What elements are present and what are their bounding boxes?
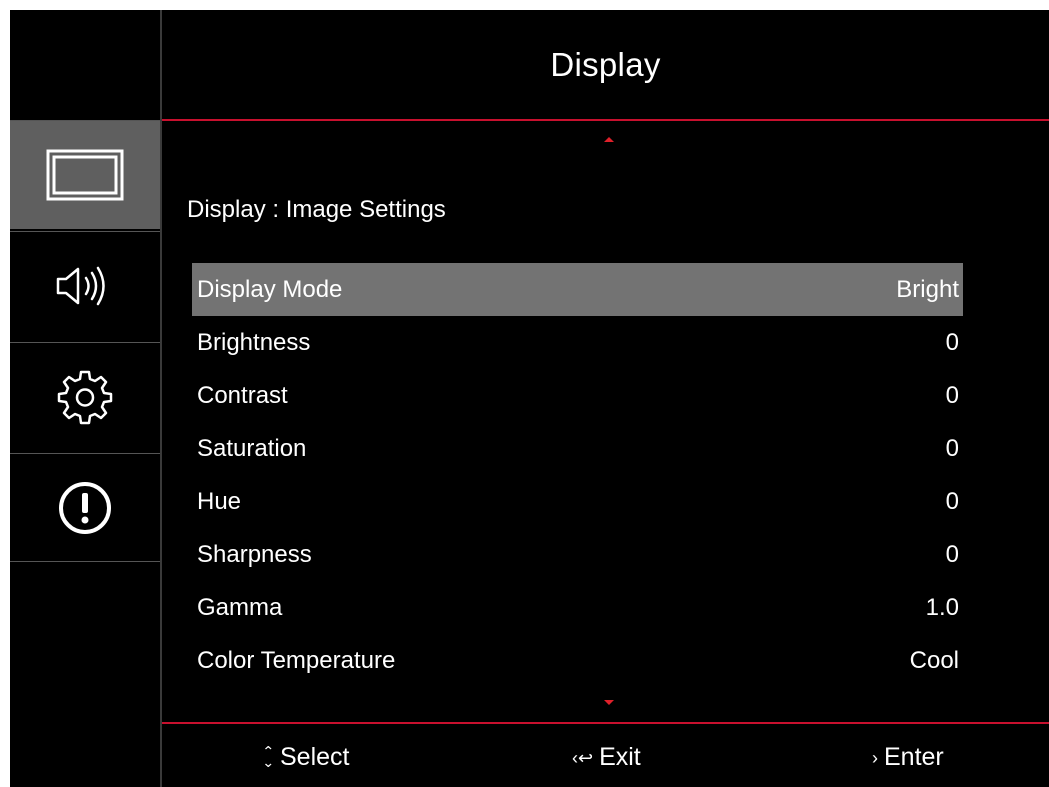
- page-title: Display: [550, 46, 661, 83]
- up-down-icon: ⌃⌄: [262, 744, 275, 771]
- footer-divider: [162, 722, 1049, 724]
- menu-item-contrast[interactable]: Contrast 0: [192, 369, 963, 422]
- sidebar-item-display[interactable]: [10, 120, 160, 229]
- menu-item-label: Gamma: [197, 593, 283, 621]
- menu-item-hue[interactable]: Hue 0: [192, 475, 963, 528]
- osd-menu: Display Display : Image Settings Display…: [10, 10, 1049, 787]
- sidebar-item-audio[interactable]: [10, 231, 160, 340]
- sidebar-item-info[interactable]: [10, 453, 160, 562]
- scroll-up-icon[interactable]: [604, 137, 614, 142]
- menu-item-label: Brightness: [197, 328, 311, 356]
- menu-item-label: Contrast: [197, 381, 288, 409]
- menu-item-gamma[interactable]: Gamma 1.0: [192, 581, 963, 634]
- menu-item-value: 0: [945, 434, 959, 462]
- footer: ⌃⌄ Select ‹↩ Exit › Enter: [162, 728, 1049, 787]
- exit-hint[interactable]: ‹↩ Exit: [572, 743, 641, 772]
- header: Display: [162, 10, 1049, 120]
- menu-list: Display Mode Bright Brightness 0 Contras…: [192, 263, 963, 687]
- menu-item-display-mode[interactable]: Display Mode Bright: [192, 263, 963, 316]
- info-exclamation-icon: [59, 481, 111, 534]
- display-icon: [46, 149, 124, 201]
- exit-label: Exit: [599, 743, 641, 771]
- menu-item-sharpness[interactable]: Sharpness 0: [192, 528, 963, 581]
- menu-item-value: 0: [945, 540, 959, 568]
- section-title: Display : Image Settings: [187, 196, 446, 223]
- enter-label: Enter: [884, 743, 944, 771]
- sidebar-divider: [160, 10, 162, 787]
- menu-item-color-temperature[interactable]: Color Temperature Cool: [192, 634, 963, 687]
- back-arrow-icon: ‹↩: [572, 747, 594, 768]
- speaker-icon: [56, 266, 105, 306]
- menu-item-value: Cool: [909, 646, 959, 674]
- menu-item-label: Color Temperature: [197, 646, 396, 674]
- menu-item-value: 0: [945, 487, 959, 515]
- chevron-right-icon: ›: [872, 747, 878, 768]
- menu-item-value: Bright: [896, 275, 959, 303]
- scroll-down-icon[interactable]: [604, 700, 614, 705]
- menu-item-brightness[interactable]: Brightness 0: [192, 316, 963, 369]
- menu-item-value: 0: [945, 328, 959, 356]
- header-divider: [162, 119, 1049, 121]
- menu-item-value: 1.0: [925, 593, 959, 621]
- menu-item-label: Hue: [197, 487, 242, 515]
- enter-hint[interactable]: › Enter: [872, 743, 944, 772]
- menu-item-label: Sharpness: [197, 540, 312, 568]
- menu-item-saturation[interactable]: Saturation 0: [192, 422, 963, 475]
- sidebar-item-setup[interactable]: [10, 342, 160, 451]
- menu-item-label: Saturation: [197, 434, 307, 462]
- menu-item-value: 0: [945, 381, 959, 409]
- menu-item-label: Display Mode: [197, 275, 343, 303]
- sidebar: [10, 10, 160, 787]
- select-hint: ⌃⌄ Select: [262, 743, 349, 772]
- select-label: Select: [280, 743, 350, 771]
- gear-icon: [57, 370, 113, 425]
